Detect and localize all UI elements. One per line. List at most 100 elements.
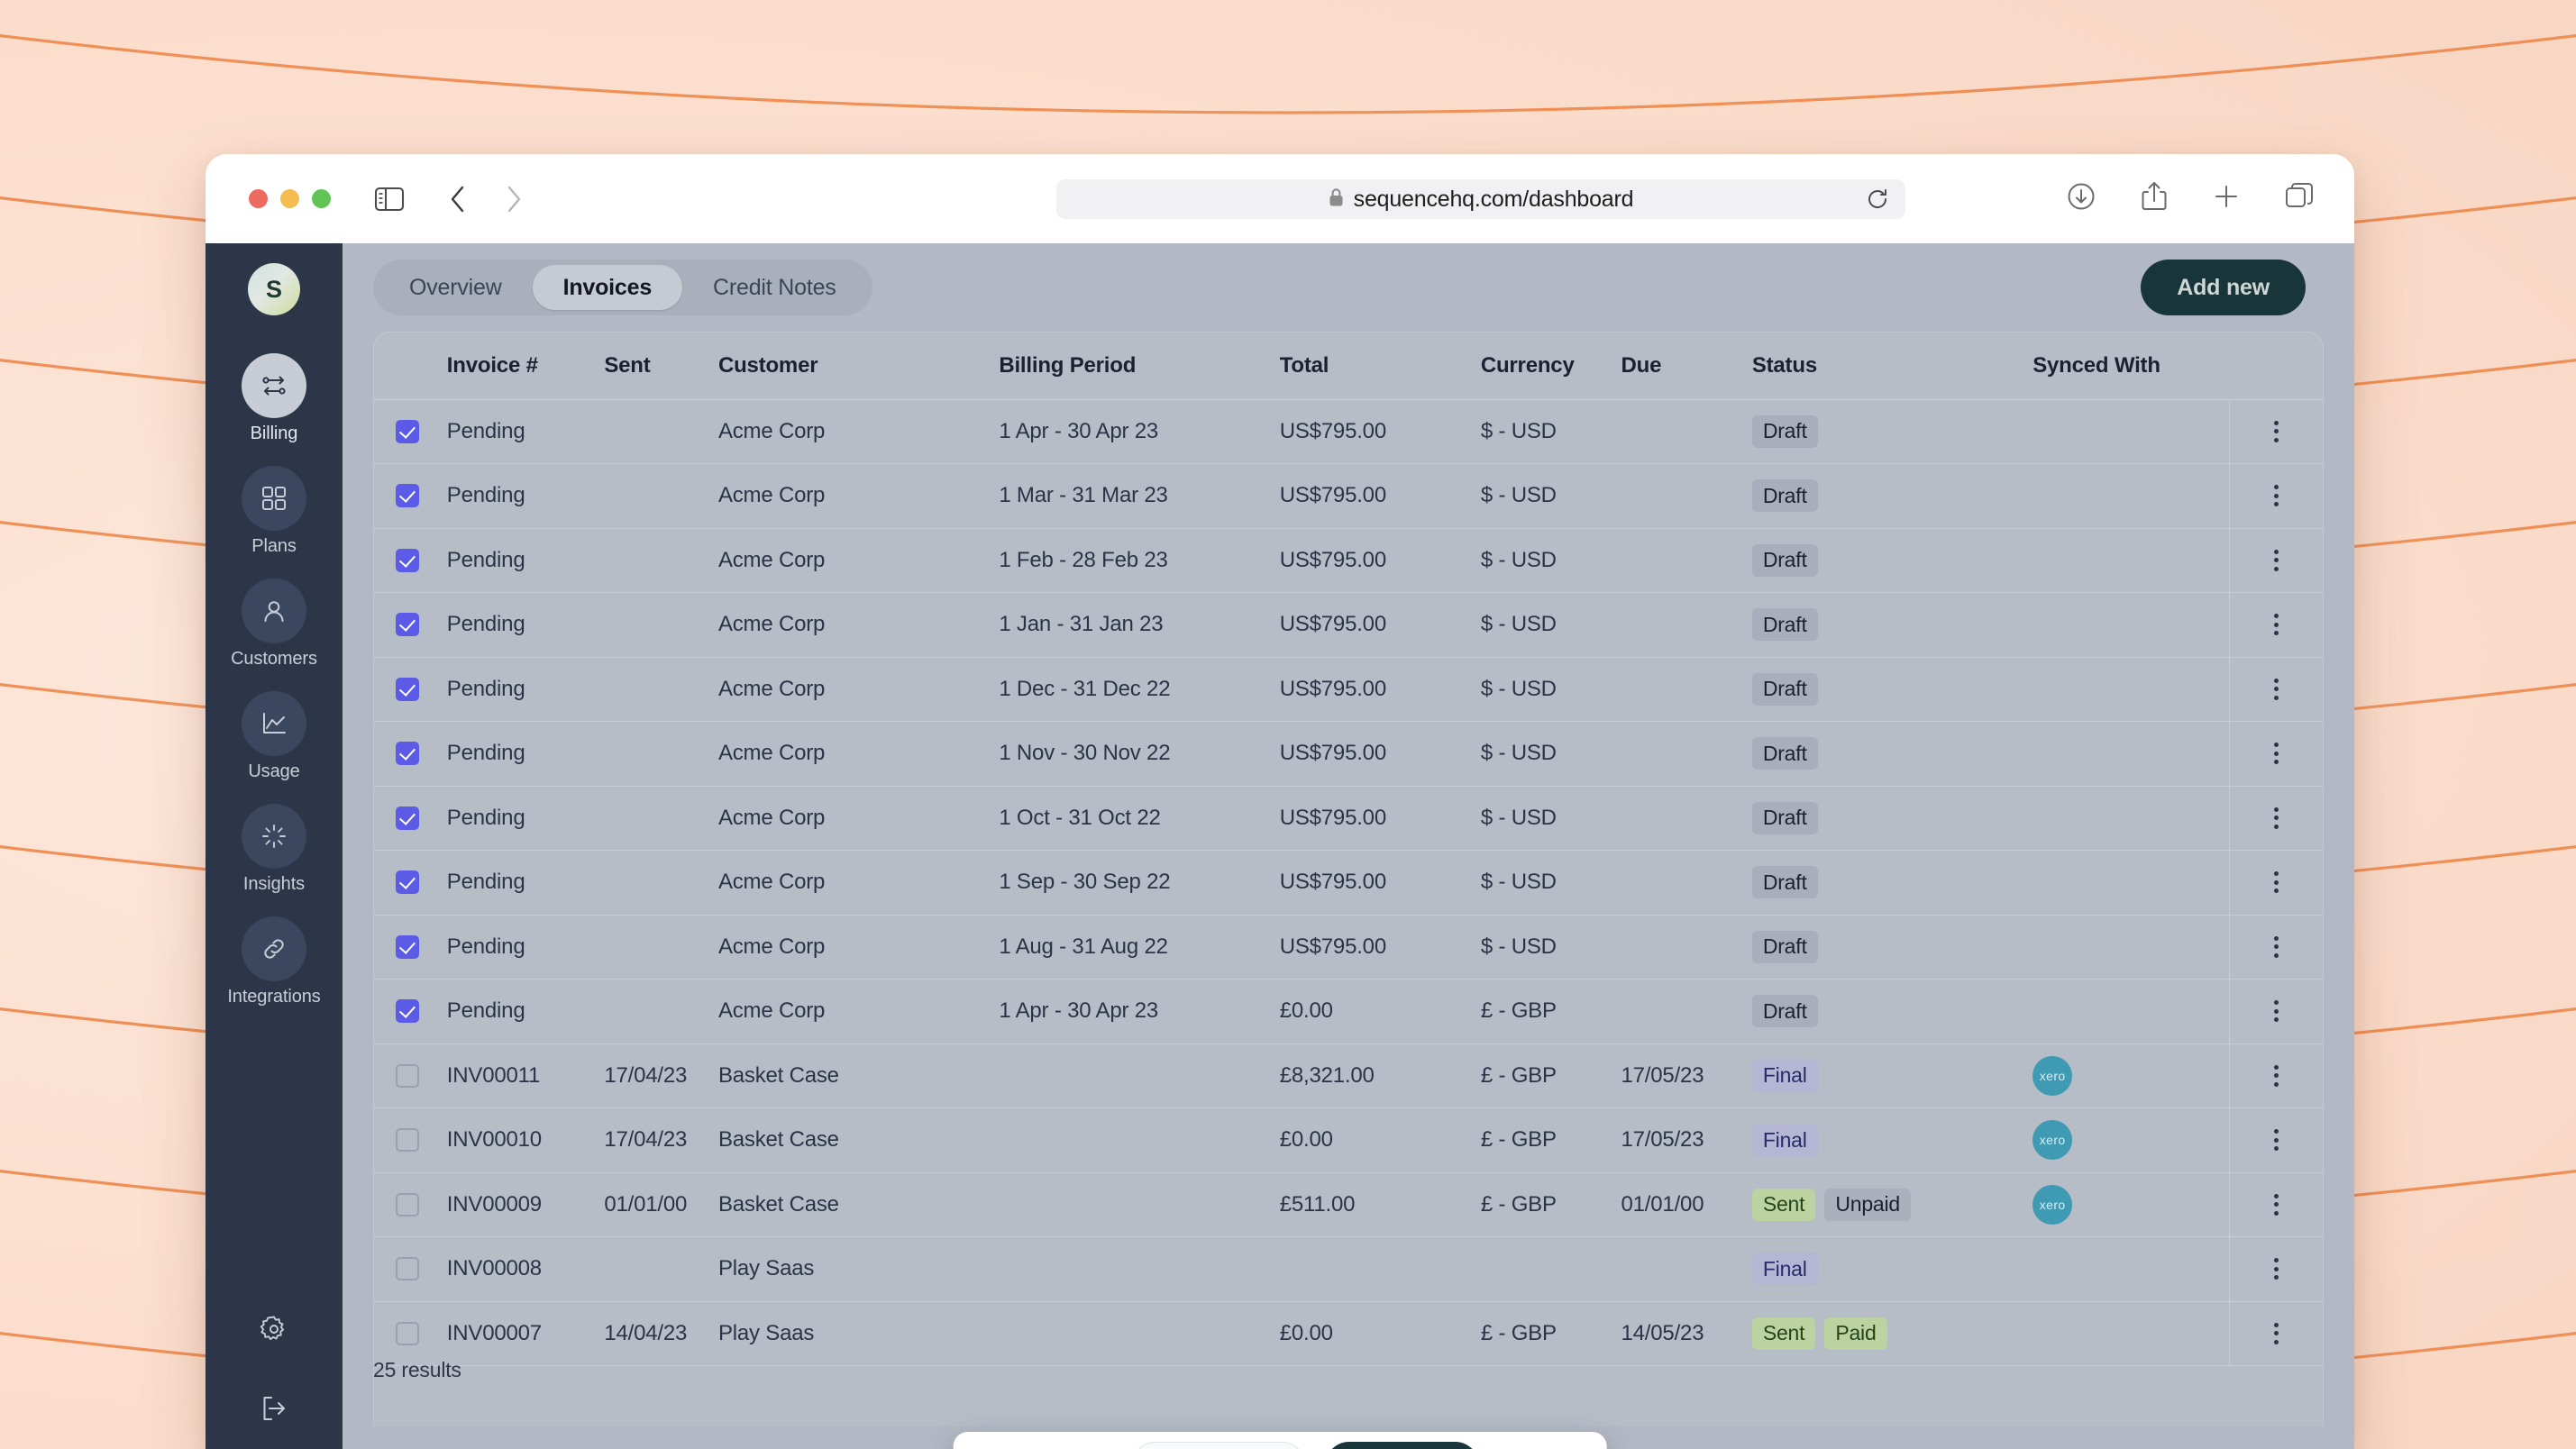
table-row[interactable]: PendingAcme Corp1 Sep - 30 Sep 22US$795.… [374, 851, 2323, 916]
row-menu-icon[interactable] [2230, 1237, 2323, 1301]
status-badge: Paid [1824, 1317, 1886, 1350]
row-checkbox[interactable] [396, 613, 419, 636]
row-checkbox[interactable] [396, 999, 419, 1023]
cell-total: US$795.00 [1280, 915, 1481, 980]
row-menu-icon[interactable] [2230, 400, 2323, 464]
row-menu-icon[interactable] [2230, 1302, 2323, 1366]
cell-status: Final [1752, 1237, 2032, 1302]
column-invoice[interactable]: Invoice # [443, 333, 605, 399]
row-menu-icon[interactable] [2230, 916, 2323, 980]
row-checkbox-cell [374, 1108, 443, 1173]
cell-invoice: Pending [443, 851, 605, 916]
row-checkbox[interactable] [396, 807, 419, 830]
table-row[interactable]: PendingAcme Corp1 Apr - 30 Apr 23£0.00£ … [374, 980, 2323, 1044]
column-sent[interactable]: Sent [604, 333, 718, 399]
reload-icon[interactable] [1866, 187, 1889, 211]
cell-status: Draft [1752, 851, 2032, 916]
row-menu-icon[interactable] [2230, 851, 2323, 915]
row-menu-icon[interactable] [2230, 1044, 2323, 1108]
sidebar-toggle-icon[interactable] [374, 186, 405, 213]
share-icon[interactable] [2140, 180, 2169, 217]
sidebar-item-plans[interactable]: Plans [206, 466, 343, 557]
column-billing-period[interactable]: Billing Period [999, 333, 1279, 399]
row-menu-icon[interactable] [2230, 787, 2323, 851]
row-checkbox-cell [374, 915, 443, 980]
content-topbar: Overview Invoices Credit Notes Add new [343, 243, 2354, 332]
cell-status: Draft [1752, 464, 2032, 529]
tab-invoices[interactable]: Invoices [533, 265, 682, 310]
column-currency[interactable]: Currency [1481, 333, 1621, 399]
table-row[interactable]: PendingAcme Corp1 Jan - 31 Jan 23US$795.… [374, 593, 2323, 658]
row-checkbox[interactable] [396, 1064, 419, 1088]
row-checkbox[interactable] [396, 678, 419, 701]
row-checkbox[interactable] [396, 935, 419, 959]
add-new-button[interactable]: Add new [2141, 260, 2306, 315]
row-menu-icon[interactable] [2230, 464, 2323, 528]
cell-billing-period: 1 Apr - 30 Apr 23 [999, 980, 1279, 1044]
finalize-button[interactable]: Finalize (10) [1132, 1442, 1306, 1449]
row-menu-icon[interactable] [2230, 529, 2323, 593]
table-row[interactable]: PendingAcme Corp1 Feb - 28 Feb 23US$795.… [374, 528, 2323, 593]
table-row[interactable]: PendingAcme Corp1 Oct - 31 Oct 22US$795.… [374, 786, 2323, 851]
table-row[interactable]: INV0001017/04/23Basket Case£0.00£ - GBP1… [374, 1108, 2323, 1173]
column-status[interactable]: Status [1752, 333, 2032, 399]
new-tab-icon[interactable] [2212, 182, 2241, 215]
send-button[interactable]: Send (10) [1326, 1442, 1479, 1449]
cell-customer: Play Saas [718, 1237, 999, 1302]
cell-synced-with [2032, 786, 2229, 851]
column-synced-with[interactable]: Synced With [2032, 333, 2229, 399]
downloads-icon[interactable] [2066, 181, 2096, 216]
cell-invoice: INV00009 [443, 1172, 605, 1237]
table-row[interactable]: PendingAcme Corp1 Apr - 30 Apr 23US$795.… [374, 399, 2323, 464]
row-checkbox[interactable] [396, 549, 419, 572]
column-customer[interactable]: Customer [718, 333, 999, 399]
row-checkbox[interactable] [396, 1193, 419, 1217]
table-row[interactable]: PendingAcme Corp1 Mar - 31 Mar 23US$795.… [374, 464, 2323, 529]
table-row[interactable]: INV0000714/04/23Play Saas£0.00£ - GBP14/… [374, 1301, 2323, 1366]
row-checkbox[interactable] [396, 1257, 419, 1280]
tab-overview[interactable]: Overview [379, 265, 533, 310]
forward-icon[interactable] [495, 180, 533, 218]
close-window-button[interactable] [249, 189, 268, 208]
avatar[interactable]: S [248, 263, 300, 315]
back-icon[interactable] [439, 180, 477, 218]
logout-icon[interactable] [253, 1388, 295, 1429]
address-bar[interactable]: sequencehq.com/dashboard [1056, 179, 1905, 219]
row-checkbox[interactable] [396, 742, 419, 765]
table-row[interactable]: PendingAcme Corp1 Aug - 31 Aug 22US$795.… [374, 915, 2323, 980]
cell-sent: 17/04/23 [604, 1108, 718, 1173]
cell-currency: $ - USD [1481, 851, 1621, 916]
row-menu-icon[interactable] [2230, 722, 2323, 786]
row-checkbox[interactable] [396, 484, 419, 507]
column-select [374, 333, 443, 399]
table-row[interactable]: PendingAcme Corp1 Nov - 30 Nov 22US$795.… [374, 722, 2323, 787]
row-checkbox[interactable] [396, 870, 419, 894]
table-row[interactable]: INV00008Play SaasFinal [374, 1237, 2323, 1302]
row-checkbox[interactable] [396, 420, 419, 443]
sidebar-item-usage[interactable]: Usage [206, 691, 343, 782]
sidebar-item-insights[interactable]: Insights [206, 804, 343, 895]
row-menu-cell [2229, 722, 2323, 787]
row-menu-icon[interactable] [2230, 658, 2323, 722]
row-menu-icon[interactable] [2230, 1108, 2323, 1172]
gear-icon[interactable] [253, 1308, 295, 1350]
row-menu-icon[interactable] [2230, 593, 2323, 657]
sidebar-item-billing[interactable]: Billing [206, 353, 343, 444]
row-menu-icon[interactable] [2230, 1173, 2323, 1237]
sidebar-item-customers[interactable]: Customers [206, 579, 343, 670]
table-row[interactable]: INV0000901/01/00Basket Case£511.00£ - GB… [374, 1172, 2323, 1237]
table-row[interactable]: INV0001117/04/23Basket Case£8,321.00£ - … [374, 1043, 2323, 1108]
row-menu-icon[interactable] [2230, 980, 2323, 1043]
zoom-window-button[interactable] [312, 189, 331, 208]
table-row[interactable]: PendingAcme Corp1 Dec - 31 Dec 22US$795.… [374, 657, 2323, 722]
sidebar-item-integrations[interactable]: Integrations [206, 916, 343, 1007]
tab-credit-notes[interactable]: Credit Notes [682, 265, 867, 310]
cell-sent [604, 915, 718, 980]
tab-overview-icon[interactable] [2284, 181, 2315, 216]
row-checkbox[interactable] [396, 1128, 419, 1152]
cell-sent [604, 1237, 718, 1302]
minimize-window-button[interactable] [280, 189, 299, 208]
column-total[interactable]: Total [1280, 333, 1481, 399]
cell-synced-with [2032, 593, 2229, 658]
column-due[interactable]: Due [1621, 333, 1752, 399]
